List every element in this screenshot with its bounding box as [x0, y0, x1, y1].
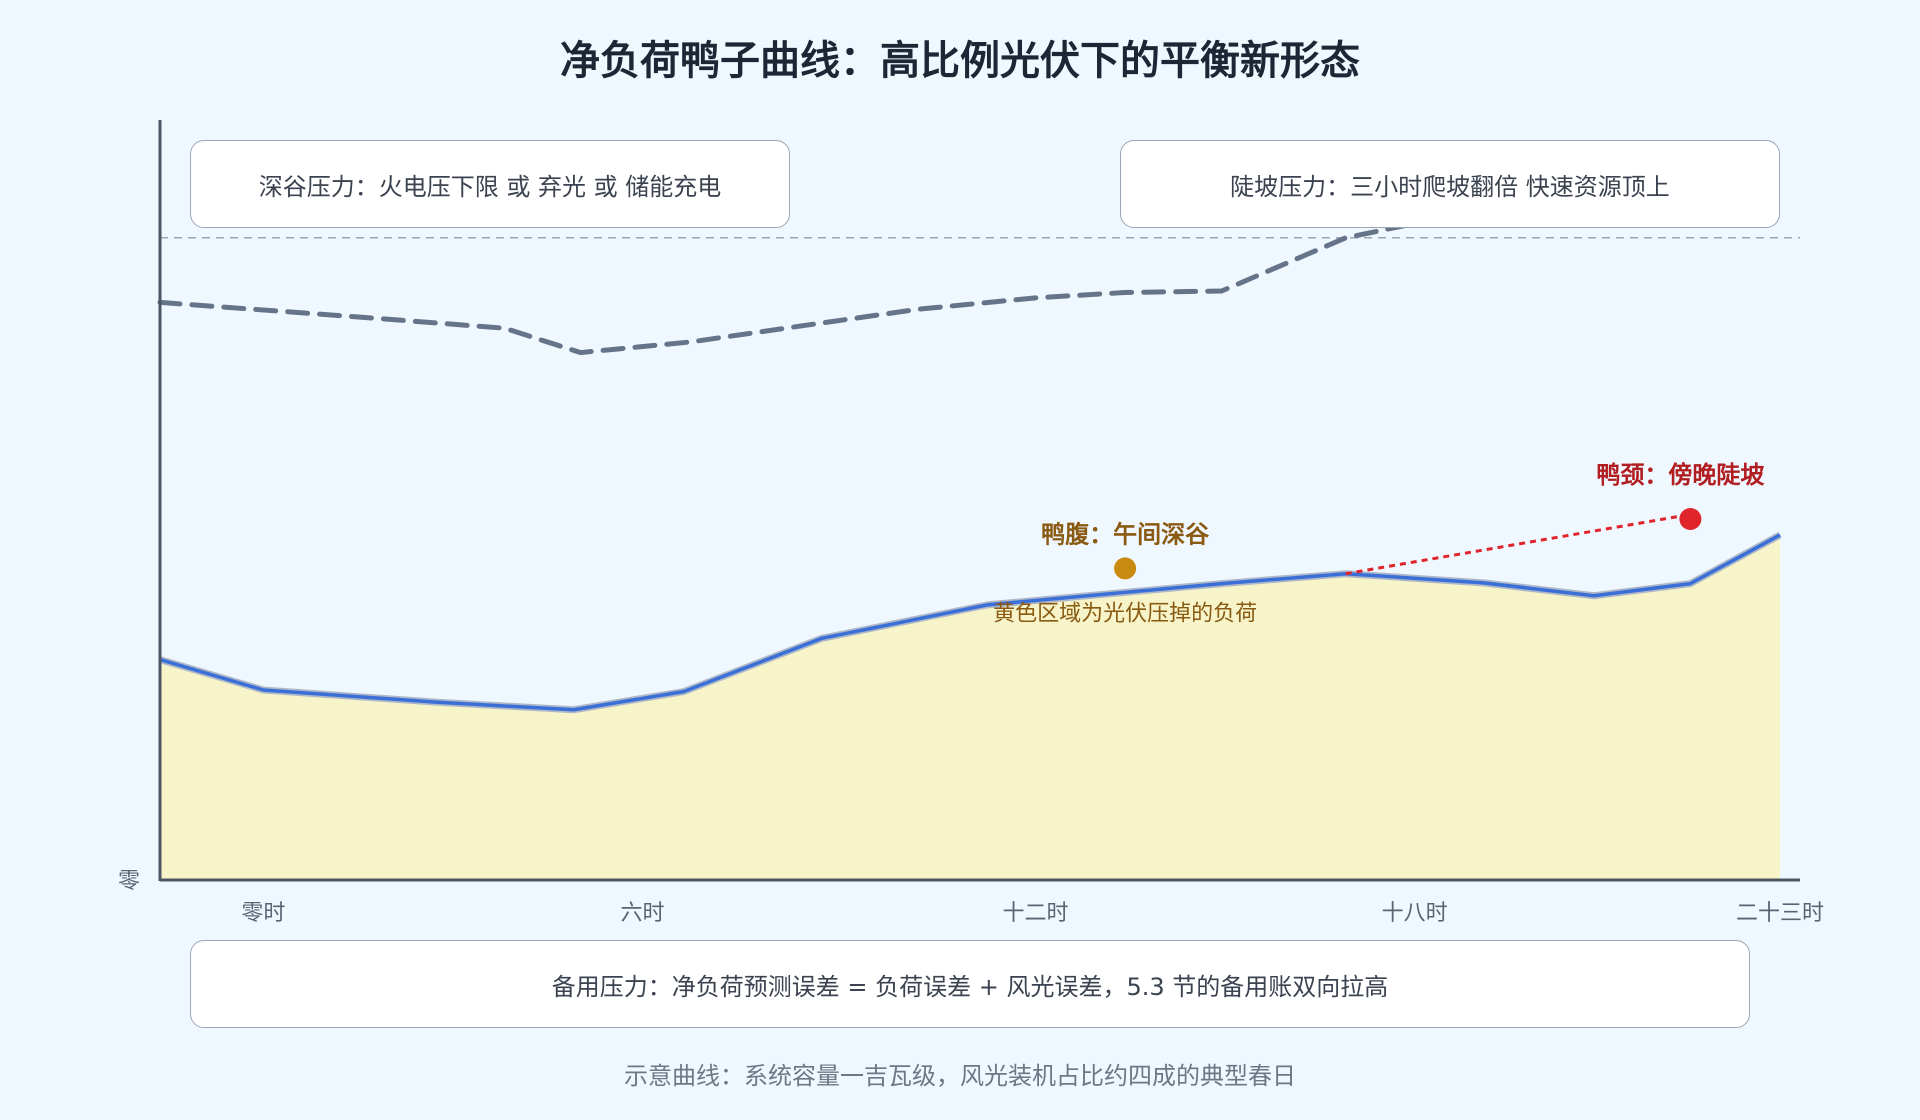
belly-point-marker: [1114, 557, 1137, 580]
x-tick-label: 十八时: [1382, 901, 1448, 926]
x-tick-label: 零时: [241, 901, 285, 926]
neck-label: 鸭颈：傍晚陡坡: [1596, 461, 1764, 489]
y-tick-label: 零: [118, 869, 140, 894]
chart-title: 净负荷鸭子曲线：高比例光伏下的平衡新形态: [560, 38, 1360, 84]
belly-label: 鸭腹：午间深谷: [1041, 520, 1210, 548]
callout-reserve-pressure: 备用压力：净负荷预测误差 = 负荷误差 + 风光误差，5.3 节的备用账双向拉高: [190, 940, 1750, 1028]
callout-valley-pressure: 深谷压力：火电压下限 或 弃光 或 储能充电: [190, 140, 790, 228]
x-tick-label: 六时: [621, 901, 665, 926]
x-tick-label: 十二时: [1002, 901, 1068, 926]
belly-note: 黄色区域为光伏压掉的负荷: [993, 601, 1257, 626]
callout-ramp-pressure: 陡坡压力：三小时爬坡翻倍 快速资源顶上: [1120, 140, 1780, 228]
neck-point-marker: [1679, 508, 1702, 530]
footnote: 示意曲线：系统容量一吉瓦级，风光装机占比约四成的典型春日: [624, 1062, 1296, 1090]
x-tick-label: 二十三时: [1736, 901, 1824, 926]
neck-ramp-trend-line: [1345, 512, 1691, 576]
